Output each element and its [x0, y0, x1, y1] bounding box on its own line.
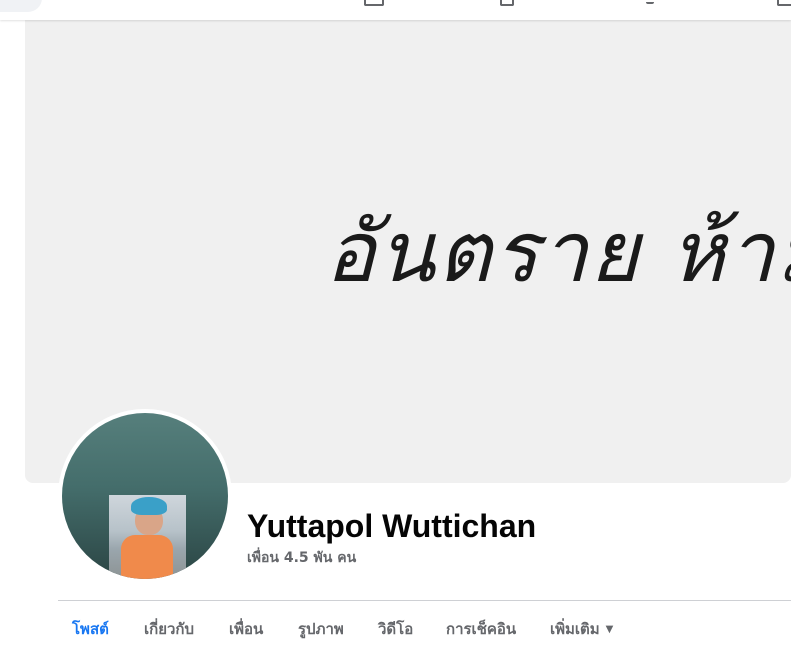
- friends-icon[interactable]: [500, 0, 514, 6]
- avatar-photo: [109, 495, 186, 579]
- tab-more[interactable]: เพิ่มเติม ▼: [550, 617, 613, 642]
- avatar-person-hair: [131, 497, 167, 515]
- profile-name: Yuttapol Wuttichan: [247, 508, 537, 544]
- avatar-person-body: [121, 535, 173, 579]
- tab-photos[interactable]: รูปภาพ: [298, 617, 344, 641]
- tab-check-ins[interactable]: การเช็คอิน: [446, 617, 516, 641]
- home-icon[interactable]: [364, 0, 384, 6]
- cover-photo-text: อันตราย ห้ามเ: [325, 203, 791, 301]
- search-bar-corner[interactable]: [0, 0, 42, 12]
- profile-tabs: โพสต์ เกี่ยวกับ เพื่อน รูปภาพ วิดีโอ การ…: [58, 601, 791, 655]
- tab-videos[interactable]: วิดีโอ: [378, 617, 413, 641]
- tab-friends[interactable]: เพื่อน: [229, 617, 263, 641]
- tab-about[interactable]: เกี่ยวกับ: [144, 617, 194, 641]
- gaming-icon[interactable]: [777, 0, 791, 6]
- groups-icon[interactable]: [646, 0, 654, 4]
- caret-down-icon: ▼: [605, 623, 614, 635]
- profile-picture[interactable]: [58, 409, 232, 583]
- tab-more-label: เพิ่มเติม: [550, 620, 600, 638]
- avatar: [62, 413, 228, 579]
- top-navigation-bar: [0, 0, 791, 20]
- friend-count-link[interactable]: เพื่อน 4.5 พัน คน: [247, 548, 356, 568]
- tab-posts[interactable]: โพสต์: [72, 617, 109, 641]
